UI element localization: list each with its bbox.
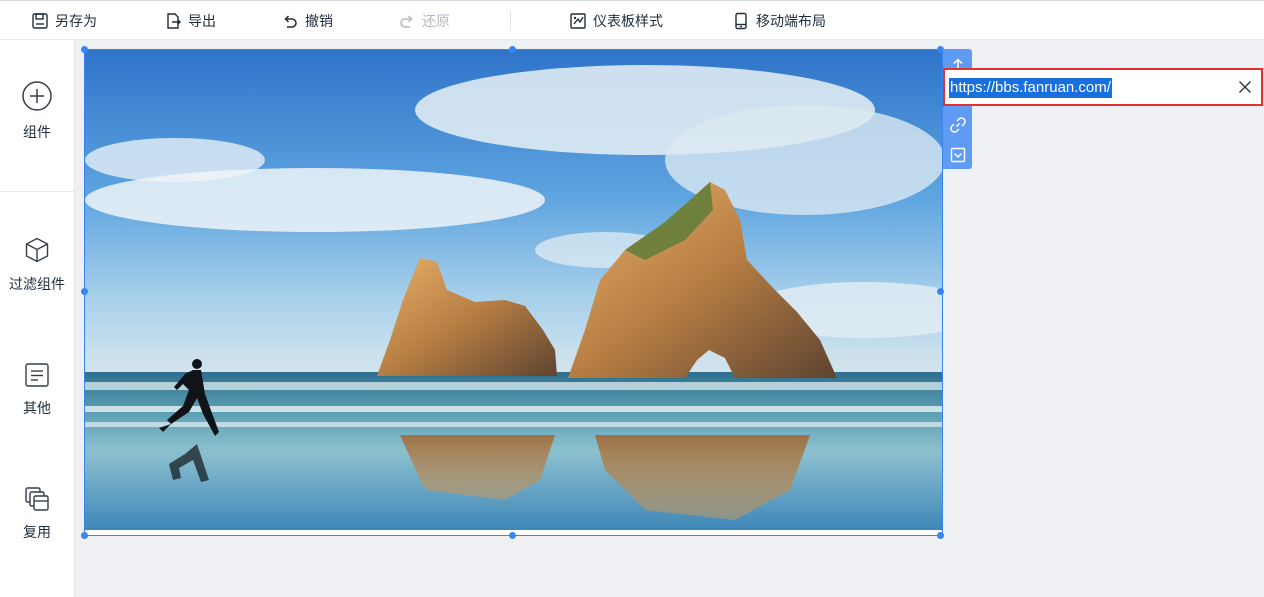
top-toolbar: 另存为 导出 撤销 还原 仪表板样式 移动端布局 xyxy=(0,0,1264,40)
save-as-button[interactable]: 另存为 xyxy=(31,1,97,40)
close-icon[interactable] xyxy=(1237,79,1253,95)
redo-label: 还原 xyxy=(422,12,450,29)
panel-item-label: 组件 xyxy=(23,124,51,140)
more-options-button[interactable] xyxy=(943,140,972,169)
dashboard-style-label: 仪表板样式 xyxy=(593,12,663,29)
plus-circle-icon xyxy=(22,81,52,111)
hyperlink-button[interactable] xyxy=(943,110,972,139)
image-widget[interactable] xyxy=(81,46,944,539)
resize-handle-bottom[interactable] xyxy=(509,532,516,539)
dropdown-icon xyxy=(950,147,965,162)
export-label: 导出 xyxy=(188,12,216,29)
save-icon xyxy=(32,12,48,29)
undo-icon xyxy=(284,14,297,28)
panel-item-reuse[interactable]: 复用 xyxy=(0,486,74,596)
left-component-panel: 组件 过滤组件 其他 复用 xyxy=(0,40,75,597)
stack-copy-icon xyxy=(25,487,49,511)
resize-handle-bottom-left[interactable] xyxy=(81,532,88,539)
panel-item-components[interactable]: 组件 xyxy=(0,80,74,190)
export-icon xyxy=(167,12,181,29)
widget-side-toolbar xyxy=(943,49,972,169)
export-button[interactable]: 导出 xyxy=(164,1,216,40)
mobile-phone-icon xyxy=(735,12,747,29)
panel-divider xyxy=(0,191,74,192)
url-input[interactable]: https://bbs.fanruan.com/ xyxy=(949,78,1112,98)
link-icon xyxy=(949,116,966,133)
resize-handle-left[interactable] xyxy=(81,288,88,295)
panel-item-label: 过滤组件 xyxy=(9,276,65,292)
panel-item-label: 其他 xyxy=(23,400,51,416)
document-icon xyxy=(25,363,49,387)
toolbar-divider xyxy=(510,11,511,31)
palette-icon xyxy=(570,12,586,29)
save-as-label: 另存为 xyxy=(55,12,97,29)
panel-item-label: 复用 xyxy=(23,524,51,540)
resize-handle-top[interactable] xyxy=(509,46,516,53)
panel-item-filter-components[interactable]: 过滤组件 xyxy=(0,236,74,346)
resize-handle-right[interactable] xyxy=(937,288,944,295)
dashboard-style-button[interactable]: 仪表板样式 xyxy=(569,1,663,40)
mobile-layout-label: 移动端布局 xyxy=(756,12,826,29)
undo-button[interactable]: 撤销 xyxy=(281,1,333,40)
panel-item-other[interactable]: 其他 xyxy=(0,362,74,472)
cube-icon xyxy=(25,237,49,263)
landscape-photo xyxy=(85,50,942,530)
mobile-layout-button[interactable]: 移动端布局 xyxy=(732,1,826,40)
redo-icon xyxy=(400,14,413,28)
resize-handle-top-left[interactable] xyxy=(81,46,88,53)
redo-button[interactable]: 还原 xyxy=(398,1,450,40)
hyperlink-popup: https://bbs.fanruan.com/ xyxy=(943,68,1263,106)
undo-label: 撤销 xyxy=(305,12,333,29)
resize-handle-bottom-right[interactable] xyxy=(937,532,944,539)
